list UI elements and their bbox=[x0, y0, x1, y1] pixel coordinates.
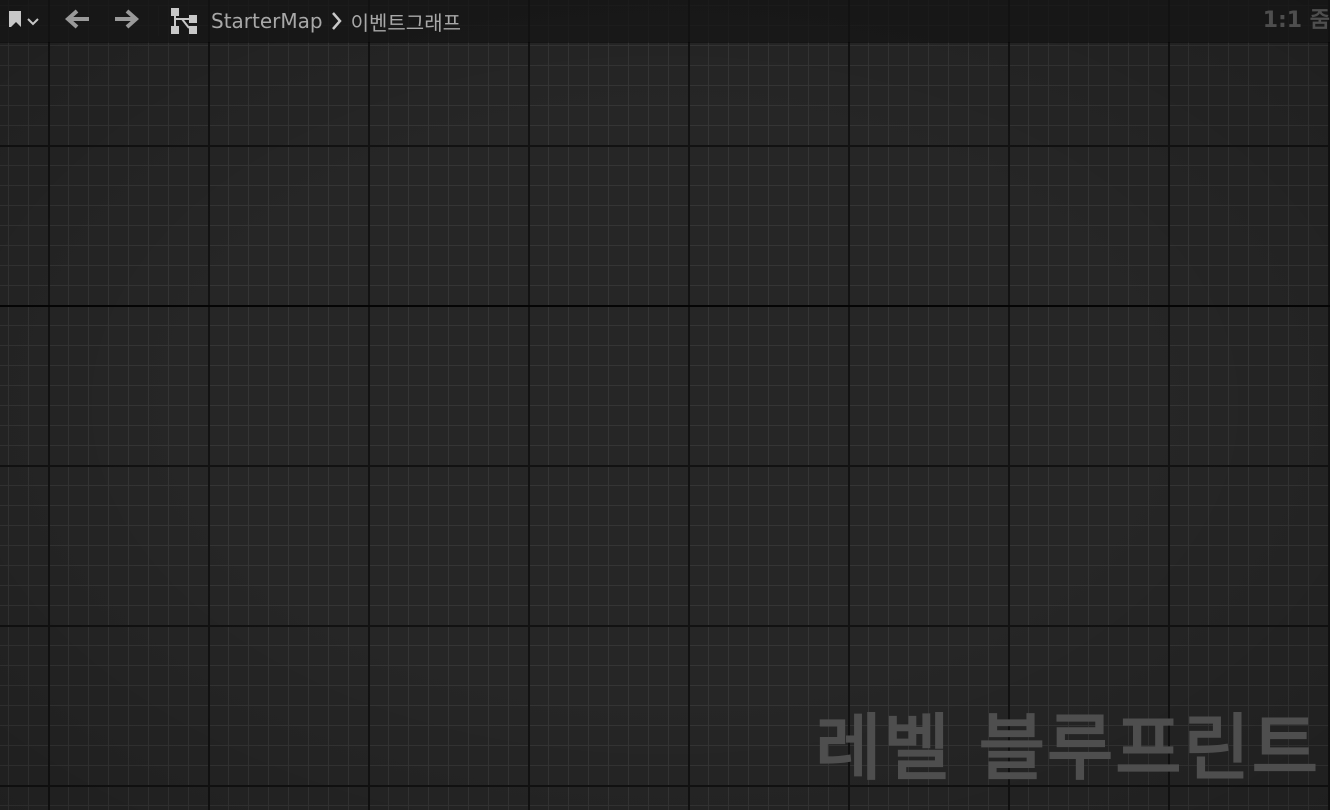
graph-toolbar: StarterMap 이벤트그래프 1:1 줌 bbox=[0, 0, 1330, 42]
graph-grid[interactable] bbox=[0, 0, 1330, 810]
forward-button[interactable] bbox=[104, 5, 148, 37]
origin-axis-line bbox=[0, 305, 1330, 307]
graph-hierarchy-icon[interactable] bbox=[169, 6, 199, 36]
bookmark-icon bbox=[9, 10, 23, 32]
blueprint-type-watermark: 레벨 블루프린트 bbox=[815, 706, 1320, 790]
bookmark-button[interactable] bbox=[2, 5, 46, 37]
chevron-right-icon bbox=[331, 11, 343, 31]
breadcrumb-item-event-graph[interactable]: 이벤트그래프 bbox=[351, 7, 461, 36]
arrow-right-icon bbox=[113, 9, 140, 33]
graph-editor[interactable]: StarterMap 이벤트그래프 1:1 줌 레벨 블루프린트 bbox=[0, 0, 1330, 810]
breadcrumb: StarterMap 이벤트그래프 bbox=[211, 5, 461, 37]
chevron-down-icon bbox=[27, 12, 39, 31]
arrow-left-icon bbox=[64, 9, 91, 33]
back-button[interactable] bbox=[56, 5, 100, 37]
breadcrumb-item-startermap[interactable]: StarterMap bbox=[211, 9, 323, 33]
zoom-level-label: 1:1 줌 bbox=[1262, 8, 1330, 33]
toolbar-separator bbox=[158, 6, 159, 36]
